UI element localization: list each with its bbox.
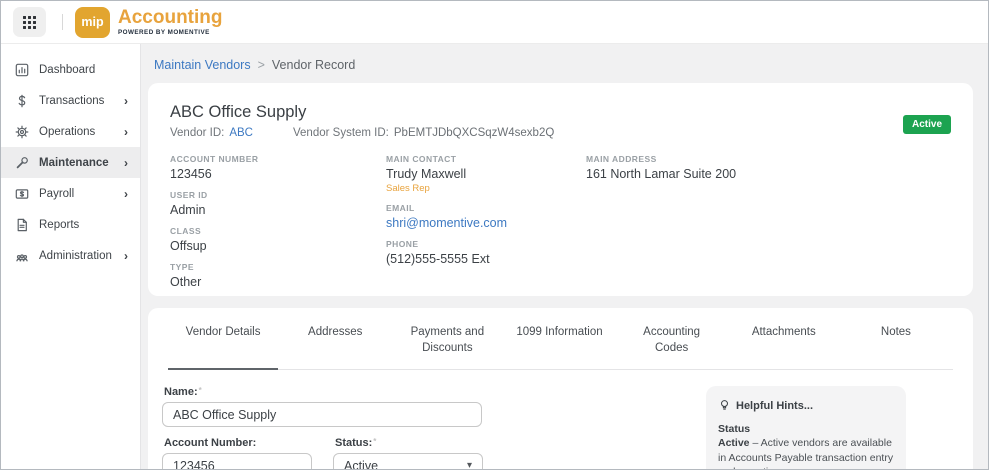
apps-grid-icon xyxy=(23,16,36,29)
vendor-name-heading: ABC Office Supply xyxy=(170,103,554,122)
gear-icon xyxy=(15,125,30,139)
sidebar-item-transactions[interactable]: Transactions › xyxy=(1,85,140,116)
hints-title-text: Helpful Hints... xyxy=(736,400,813,412)
app-title: Accounting xyxy=(118,8,223,27)
name-label: Name: xyxy=(164,386,682,398)
hints-section-heading: Status xyxy=(718,423,894,435)
tab-1099-information[interactable]: 1099 Information xyxy=(504,308,614,369)
mip-logo: mip xyxy=(75,7,110,38)
account-number-input[interactable] xyxy=(162,453,312,470)
app-header: mip Accounting POWERED BY MOMENTIVE xyxy=(1,1,988,44)
chevron-down-icon: ▾ xyxy=(467,460,472,470)
status-badge: Active xyxy=(903,115,951,134)
sidebar-item-label: Payroll xyxy=(39,188,115,200)
sidebar: Dashboard Transactions › Operations › Ma… xyxy=(1,44,141,469)
vendor-details-column-3: MAIN ADDRESS 161 North Lamar Suite 200 xyxy=(586,154,951,298)
vendor-title-block: ABC Office Supply Vendor ID: ABC Vendor … xyxy=(170,96,554,139)
vendor-details-form: Name: Account Number: Status: xyxy=(162,386,682,470)
sidebar-item-maintenance[interactable]: Maintenance › xyxy=(1,147,140,178)
dollar-icon xyxy=(15,94,30,108)
field-phone: PHONE (512)555-5555 Ext xyxy=(386,239,586,266)
sidebar-item-label: Transactions xyxy=(39,95,115,107)
sidebar-item-label: Administration xyxy=(39,250,115,262)
name-input[interactable] xyxy=(162,402,482,427)
tab-bar: Vendor Details Addresses Payments and Di… xyxy=(168,308,953,370)
field-main-contact: MAIN CONTACT Trudy Maxwell Sales Rep xyxy=(386,154,586,194)
email-link[interactable]: shri@momentive.com xyxy=(386,216,507,230)
field-email: EMAIL shri@momentive.com xyxy=(386,203,586,230)
chevron-right-icon: › xyxy=(124,126,128,138)
sidebar-item-label: Reports xyxy=(39,219,128,231)
sidebar-item-label: Operations xyxy=(39,126,115,138)
field-account-number: ACCOUNT NUMBER 123456 xyxy=(170,154,386,181)
account-number-label: Account Number: xyxy=(164,437,312,449)
tab-attachments[interactable]: Attachments xyxy=(729,308,839,369)
tab-addresses[interactable]: Addresses xyxy=(280,308,390,369)
payroll-icon xyxy=(15,187,30,201)
vendor-details-column-2: MAIN CONTACT Trudy Maxwell Sales Rep EMA… xyxy=(386,154,586,298)
field-main-address: MAIN ADDRESS 161 North Lamar Suite 200 xyxy=(586,154,951,181)
field-user-id: USER ID Admin xyxy=(170,190,386,217)
field-class: CLASS Offsup xyxy=(170,226,386,253)
chevron-right-icon: › xyxy=(124,95,128,107)
dashboard-icon xyxy=(15,63,30,77)
brand-block: Accounting POWERED BY MOMENTIVE xyxy=(118,8,223,36)
header-divider xyxy=(62,14,63,30)
sidebar-item-label: Maintenance xyxy=(39,157,115,169)
status-label: Status: xyxy=(335,437,483,449)
sidebar-item-payroll[interactable]: Payroll › xyxy=(1,178,140,209)
tab-notes[interactable]: Notes xyxy=(841,308,951,369)
vendor-id-link[interactable]: ABC xyxy=(229,127,253,139)
tab-vendor-details[interactable]: Vendor Details xyxy=(168,308,278,370)
document-icon xyxy=(15,218,30,232)
tab-payments-and-discounts[interactable]: Payments and Discounts xyxy=(392,308,502,369)
people-icon xyxy=(15,249,30,263)
vendor-summary-card: ABC Office Supply Vendor ID: ABC Vendor … xyxy=(148,83,973,296)
main-content: Maintain Vendors > Vendor Record ABC Off… xyxy=(141,44,988,469)
vendor-system-id-label: Vendor System ID: xyxy=(293,127,389,139)
sidebar-item-label: Dashboard xyxy=(39,64,128,76)
tab-accounting-codes[interactable]: Accounting Codes xyxy=(617,308,727,369)
app-tagline: POWERED BY MOMENTIVE xyxy=(118,29,223,36)
breadcrumb-separator-icon: > xyxy=(258,58,265,72)
breadcrumb: Maintain Vendors > Vendor Record xyxy=(154,58,973,72)
hint-active: Active – Active vendors are available in… xyxy=(718,436,894,470)
chevron-right-icon: › xyxy=(124,188,128,200)
sidebar-item-administration[interactable]: Administration › xyxy=(1,240,140,271)
wrench-icon xyxy=(15,156,30,170)
vendor-system-id-value: PbEMTJDbQXCSqzW4sexb2Q xyxy=(394,127,554,139)
sidebar-item-reports[interactable]: Reports xyxy=(1,209,140,240)
status-select-value: Active xyxy=(344,459,378,470)
vendor-detail-card: Vendor Details Addresses Payments and Di… xyxy=(148,308,973,470)
sidebar-item-dashboard[interactable]: Dashboard xyxy=(1,54,140,85)
chevron-right-icon: › xyxy=(124,157,128,169)
breadcrumb-current: Vendor Record xyxy=(272,58,355,72)
app-window: mip Accounting POWERED BY MOMENTIVE Dash… xyxy=(0,0,989,470)
vendor-details-column-1: ACCOUNT NUMBER 123456 USER ID Admin CLAS… xyxy=(170,154,386,298)
contact-role: Sales Rep xyxy=(386,183,586,194)
sidebar-item-operations[interactable]: Operations › xyxy=(1,116,140,147)
app-launcher-button[interactable] xyxy=(13,7,46,37)
helpful-hints-panel: Helpful Hints... Status Active – Active … xyxy=(706,386,906,470)
lightbulb-icon xyxy=(718,399,731,412)
chevron-right-icon: › xyxy=(124,250,128,262)
breadcrumb-link-maintain-vendors[interactable]: Maintain Vendors xyxy=(154,58,251,72)
vendor-id-label: Vendor ID: xyxy=(170,127,224,139)
field-type: TYPE Other xyxy=(170,262,386,289)
status-select[interactable]: Active ▾ xyxy=(333,453,483,470)
